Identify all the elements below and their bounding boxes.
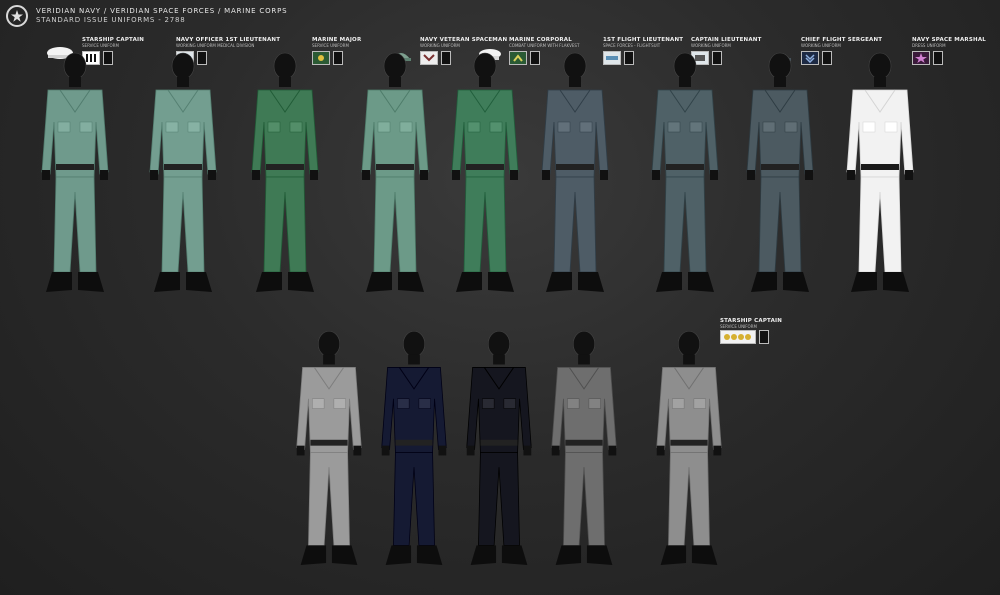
uniform-figure bbox=[138, 52, 228, 306]
label-marine-corporal: Marine Corporal Combat Uniform with Flak… bbox=[509, 37, 580, 48]
uniform-figure bbox=[240, 52, 330, 306]
label-captain-lieutenant: Captain Lieutenant Working Uniform bbox=[691, 37, 762, 48]
header: Veridian Navy / Veridian Space Forces / … bbox=[6, 5, 287, 27]
uniform-figure bbox=[540, 325, 628, 584]
uniform-figure bbox=[735, 52, 825, 306]
page-title: Veridian Navy / Veridian Space Forces / … bbox=[36, 7, 288, 15]
uniform-figure bbox=[640, 52, 730, 306]
label-marine-major: Marine Major Service Uniform bbox=[312, 37, 362, 48]
badge-icon bbox=[933, 51, 943, 65]
uniform-figure bbox=[350, 52, 440, 306]
label-starship-captain: Starship Captain Service Uniform bbox=[82, 37, 145, 48]
badge-icon bbox=[624, 51, 634, 65]
star-emblem-icon bbox=[6, 5, 28, 27]
uniform-figure bbox=[645, 325, 733, 584]
uniform-figure bbox=[530, 52, 620, 306]
label-navy-officer: Navy Officer 1st Lieutenant Working Unif… bbox=[176, 37, 281, 48]
label-flight-lieutenant: 1st Flight Lieutenant Space Forces - Fli… bbox=[603, 37, 684, 48]
badge-icon bbox=[759, 330, 769, 344]
badge-icon bbox=[333, 51, 343, 65]
label-chief-flight-sergeant: Chief Flight Sergeant Working Uniform bbox=[801, 37, 883, 48]
page-subtitle: Standard Issue Uniforms - 2788 bbox=[36, 16, 186, 24]
uniform-figure bbox=[455, 325, 543, 584]
uniform-figure bbox=[30, 52, 120, 306]
uniform-figure bbox=[285, 325, 373, 584]
uniform-figure bbox=[370, 325, 458, 584]
uniform-figure bbox=[835, 52, 925, 306]
uniform-figure bbox=[440, 52, 530, 306]
label-navy-space-marshal: Navy Space Marshal Dress Uniform bbox=[912, 37, 986, 48]
